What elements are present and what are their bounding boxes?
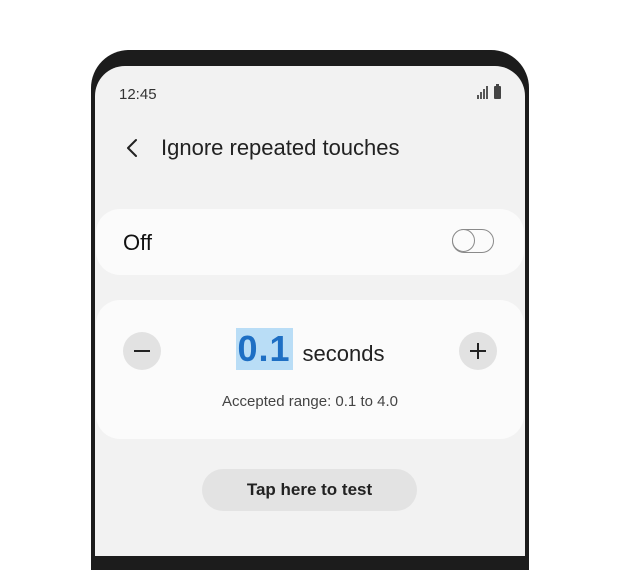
toggle-switch[interactable]: [452, 229, 494, 253]
page-title: Ignore repeated touches: [161, 135, 400, 160]
battery-icon: [494, 84, 501, 99]
test-button[interactable]: Tap here to test: [202, 469, 417, 511]
toggle-card[interactable]: Off: [96, 209, 524, 275]
signal-icon: [477, 85, 488, 99]
back-button[interactable]: [119, 134, 147, 162]
time-card: 0.1 seconds Accepted range: 0.1 to 4.0: [96, 300, 524, 439]
time-unit: seconds: [302, 341, 385, 366]
status-icons: [477, 84, 501, 99]
phone-screen: 12:45 Ignore repeated touches Off 0.1 se…: [95, 66, 525, 556]
status-time: 12:45: [119, 86, 157, 103]
plus-button[interactable]: [459, 332, 497, 370]
range-text: Accepted range: 0.1 to 4.0: [222, 393, 398, 410]
status-bar: 12:45: [95, 66, 525, 116]
header: Ignore repeated touches: [95, 126, 525, 170]
time-value[interactable]: 0.1: [235, 328, 293, 370]
chevron-left-icon: [127, 139, 137, 157]
toggle-knob: [452, 229, 475, 252]
toggle-label: Off: [123, 230, 152, 255]
plus-icon: [470, 343, 486, 359]
